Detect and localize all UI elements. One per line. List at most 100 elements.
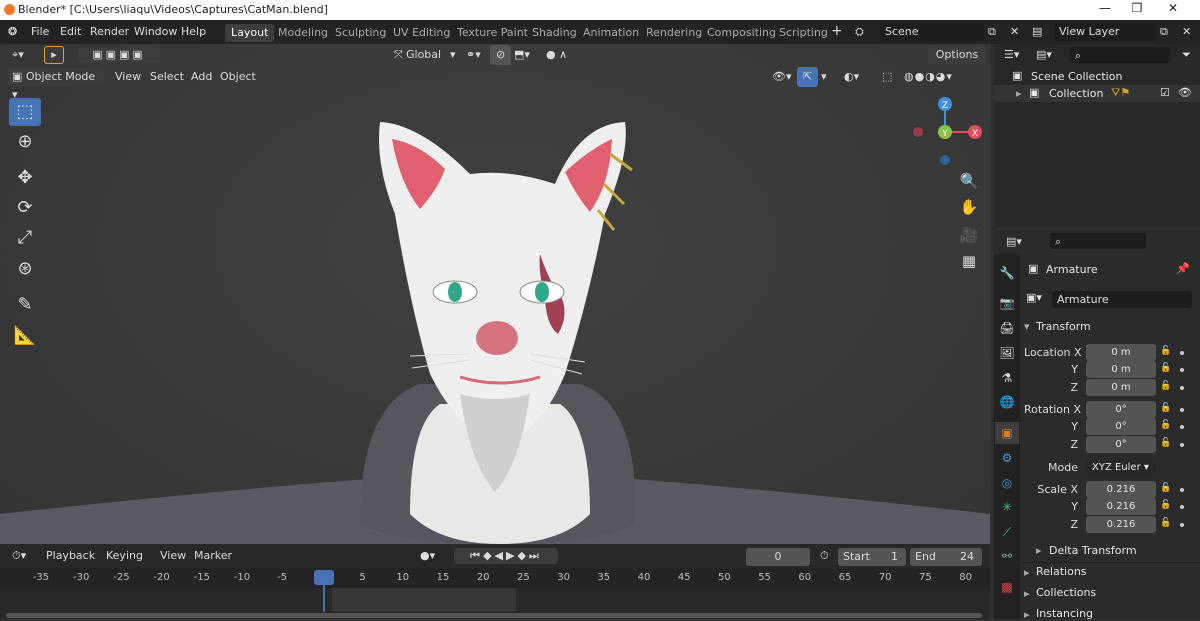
tab-uv-editing[interactable]: UV Editing	[387, 24, 456, 42]
lock-icon[interactable]: 🔓	[1160, 403, 1172, 415]
object-tab-icon[interactable]: ▣	[995, 422, 1019, 444]
lock-icon[interactable]: 🔓	[1160, 500, 1172, 512]
relations-expand-icon[interactable]: ▸	[1024, 566, 1030, 579]
keyframe-dot-icon[interactable]	[1180, 351, 1184, 355]
timeline-menu-view[interactable]: View	[154, 546, 192, 566]
output-tab-icon[interactable]: 🖨	[995, 317, 1019, 339]
maximize-button[interactable]: ❐	[1122, 1, 1152, 19]
tab-compositing[interactable]: Compositing	[701, 24, 782, 42]
timeline-menu-keying[interactable]: Keying	[100, 546, 149, 566]
outliner-editor-type-icon[interactable]: ☰▾	[998, 45, 1025, 65]
transform-collapse-icon[interactable]: ▾	[1024, 320, 1030, 333]
menu-file[interactable]: File	[31, 25, 49, 38]
rotation-mode-dropdown[interactable]: XYZ Euler ▾	[1086, 459, 1156, 476]
menu-help[interactable]: Help	[181, 25, 206, 38]
menu-window[interactable]: Window	[134, 25, 177, 38]
3d-viewport[interactable]: ⌖▾ ▸ ▣▣▣▣ ⤧ Global ▾ ⚭▾ ⊘ ⬒▾ ● ∧ Options…	[0, 44, 990, 544]
pin-icon[interactable]: 📌	[1176, 262, 1190, 275]
lock-icon[interactable]: 🔓	[1160, 363, 1172, 375]
lock-icon[interactable]: 🔓	[1160, 438, 1172, 450]
scene-tab-icon[interactable]: ⚗	[995, 367, 1019, 389]
lock-icon[interactable]: 🔓	[1160, 483, 1172, 495]
playhead-marker[interactable]	[314, 570, 334, 585]
properties-search-input[interactable]: ⌕	[1050, 233, 1146, 249]
keyframe-dot-icon[interactable]	[1180, 505, 1184, 509]
armature-data-tab-icon[interactable]: ⟋	[995, 521, 1019, 543]
location-y-field[interactable]: 0 m	[1086, 361, 1156, 378]
particles-tab-icon[interactable]: ◎	[995, 472, 1019, 494]
expand-arrow-icon[interactable]: ▸	[1016, 87, 1022, 100]
world-tab-icon[interactable]: 🌐	[995, 391, 1019, 413]
relations-panel-header[interactable]: Relations	[1036, 565, 1087, 578]
location-x-field[interactable]: 0 m	[1086, 344, 1156, 361]
scale-y-field[interactable]: 0.216	[1086, 498, 1156, 515]
scene-name-field[interactable]: Scene	[880, 23, 984, 41]
lock-icon[interactable]: 🔓	[1160, 381, 1172, 393]
delta-transform-header[interactable]: Delta Transform	[1049, 544, 1137, 557]
perspective-grid-icon[interactable]: ▦	[958, 250, 980, 272]
lock-icon[interactable]: 🔓	[1160, 346, 1172, 358]
collections-panel-header[interactable]: Collections	[1036, 586, 1096, 599]
view-layer-field[interactable]: View Layer	[1054, 23, 1156, 41]
view-layer-tab-icon[interactable]: 🖼	[995, 342, 1019, 364]
constraints-tab-icon[interactable]: ⚯	[995, 545, 1019, 567]
scale-z-field[interactable]: 0.216	[1086, 516, 1156, 533]
outliner-panel[interactable]: ☰▾ ▤▾ ⌕ ⏷ ▣ Scene Collection ▸ ▣ Collect…	[994, 44, 1200, 228]
close-button[interactable]: ✕	[1158, 1, 1188, 19]
tab-shading[interactable]: Shading	[526, 24, 583, 42]
tool-tab-icon[interactable]: 🔧	[995, 262, 1019, 284]
object-name-field[interactable]: Armature	[1052, 291, 1192, 308]
add-workspace-button[interactable]: +	[831, 23, 843, 39]
tab-modeling[interactable]: Modeling	[272, 24, 334, 42]
new-view-layer-icon[interactable]: ⧉	[1160, 25, 1168, 39]
timeline-menu-marker[interactable]: Marker	[188, 546, 238, 566]
keyframe-dot-icon[interactable]	[1180, 488, 1184, 492]
menu-render[interactable]: Render	[90, 25, 129, 38]
camera-view-icon[interactable]: 🎥	[958, 224, 980, 246]
tab-texture-paint[interactable]: Texture Paint	[451, 24, 534, 42]
end-frame-field[interactable]: End 24	[910, 548, 982, 566]
timeline-scrollbar[interactable]	[6, 613, 982, 618]
rotation-z-field[interactable]: 0°	[1086, 436, 1156, 453]
tab-animation[interactable]: Animation	[577, 24, 645, 42]
remove-scene-icon[interactable]: ✕	[1010, 25, 1019, 38]
current-frame-field[interactable]: 0	[746, 548, 810, 566]
display-mode-icon[interactable]: ▤▾	[1030, 45, 1058, 65]
scene-collection-label[interactable]: Scene Collection	[1031, 70, 1122, 83]
render-tab-icon[interactable]: 📷	[995, 292, 1019, 314]
blender-menu-icon[interactable]: ❂	[8, 25, 17, 38]
filter-icon[interactable]: ⏷	[1176, 45, 1197, 65]
menu-edit[interactable]: Edit	[60, 25, 81, 38]
lock-icon[interactable]: 🔓	[1160, 420, 1172, 432]
timeline-menu-playback[interactable]: Playback	[40, 546, 101, 566]
tab-rendering[interactable]: Rendering	[640, 24, 708, 42]
physics-tab-icon[interactable]: ✳	[995, 496, 1019, 518]
armature-object-icon[interactable]: ⛛⚑	[1111, 86, 1130, 100]
location-z-field[interactable]: 0 m	[1086, 379, 1156, 396]
modifiers-tab-icon[interactable]: ⚙	[995, 447, 1019, 469]
rotation-x-field[interactable]: 0°	[1086, 401, 1156, 418]
scale-x-field[interactable]: 0.216	[1086, 481, 1156, 498]
new-scene-icon[interactable]: ⧉	[988, 25, 996, 39]
object-type-icon[interactable]: ▣▾	[1026, 291, 1042, 304]
keyframe-dot-icon[interactable]	[1180, 443, 1184, 447]
collection-checkbox[interactable]: ☑	[1160, 86, 1170, 99]
view-layer-icon[interactable]: ▤	[1032, 25, 1042, 38]
keyframe-dot-icon[interactable]	[1180, 523, 1184, 527]
lock-icon[interactable]: 🔓	[1160, 518, 1172, 530]
collections-expand-icon[interactable]: ▸	[1024, 587, 1030, 600]
scene-selector-icon[interactable]: ⛭	[855, 25, 864, 39]
stopwatch-icon[interactable]: ⏱	[814, 546, 835, 566]
timeline-editor[interactable]: ⏱▾ Playback Keying View Marker ●▾ ⏮◆◀▶◆⏭…	[0, 544, 990, 619]
playback-controls[interactable]: ⏮◆◀▶◆⏭	[454, 548, 558, 564]
tab-layout[interactable]: Layout	[225, 24, 275, 42]
instancing-panel-header[interactable]: Instancing	[1036, 607, 1093, 620]
delta-expand-icon[interactable]: ▸	[1036, 544, 1042, 557]
transform-panel-header[interactable]: Transform	[1036, 320, 1091, 333]
texture-tab-icon[interactable]: ▩	[995, 576, 1019, 598]
outliner-search-input[interactable]: ⌕	[1070, 47, 1170, 63]
keyframe-dot-icon[interactable]	[1180, 368, 1184, 372]
auto-keying-icon[interactable]: ●▾	[414, 546, 441, 566]
tab-scripting[interactable]: Scripting	[773, 24, 834, 42]
minimize-button[interactable]: —	[1090, 1, 1120, 19]
